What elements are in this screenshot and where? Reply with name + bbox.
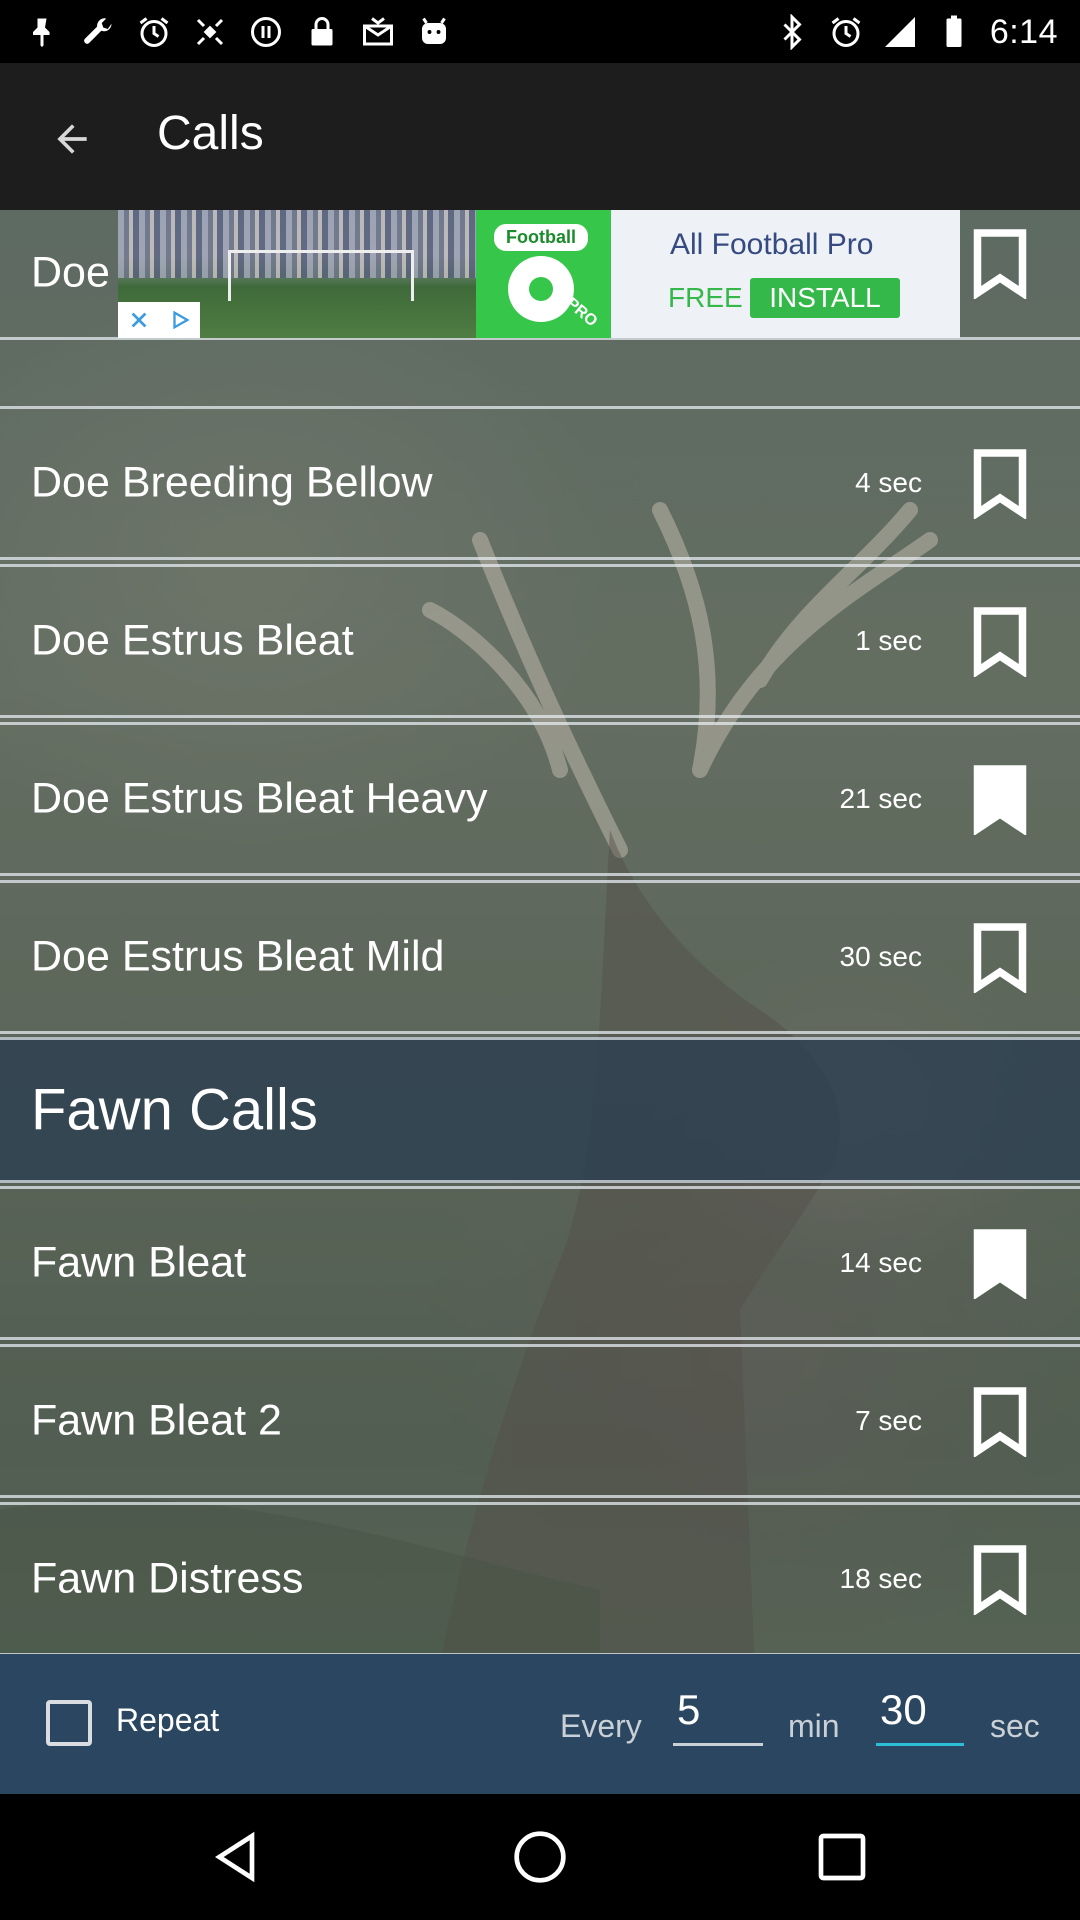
back-triangle-icon [215,1831,255,1883]
fake-gps-icon [196,18,224,46]
bookmark-filled-icon[interactable] [970,1227,1030,1299]
pin-icon [33,18,50,47]
repeat-label: Repeat [116,1702,220,1738]
home-circle-icon [514,1831,566,1883]
bookmark-outline-icon[interactable] [970,921,1030,993]
alarm-icon [139,17,169,47]
soccer-ball-icon [508,256,574,322]
bookmark-outline-icon[interactable] [970,1385,1030,1457]
repeat-controls: Repeat Every 5 min 30 sec [0,1654,1080,1794]
lock-icon [311,17,333,46]
mail-icon [363,17,393,46]
bookmark-filled-icon[interactable] [970,763,1030,835]
every-label: Every [560,1708,642,1744]
arrow-back-icon [57,124,87,154]
battery-icon [946,15,962,47]
ad-install-button[interactable]: INSTALL [750,278,900,318]
seconds-input[interactable]: 30 [876,1686,964,1746]
status-right-icons: 6:14 [774,10,1058,54]
min-label: min [788,1708,840,1744]
call-duration: 21 sec [839,783,923,814]
list-item[interactable]: Doe Estrus Bleat 1 sec [0,564,1080,718]
calls-content: Doe Grunt Football PRO All Football Pro … [0,210,1080,1794]
call-duration: 1 sec [855,625,922,656]
page-title: Calls [157,107,264,160]
call-name: Fawn Distress [31,1554,304,1603]
signal-icon [884,17,915,47]
status-left-icons [24,10,452,54]
wrench-icon [84,18,112,44]
list-item[interactable]: Fawn Bleat 14 sec [0,1186,1080,1340]
call-duration: 30 sec [839,941,923,972]
bluetooth-icon [783,14,802,50]
media-icon [251,17,281,47]
status-time: 6:14 [989,12,1058,51]
nav-back-button[interactable] [202,1821,274,1893]
list-item[interactable]: Fawn Distress 18 sec [0,1502,1080,1656]
ad-choices-icon[interactable] [169,309,191,331]
call-name: Doe Estrus Bleat Heavy [31,774,488,823]
bookmark-outline-icon[interactable] [970,227,1030,299]
section-header: Fawn Calls [0,1037,1080,1183]
alarm-icon [831,17,861,47]
call-name: Doe Estrus Bleat Mild [31,932,445,981]
list-item[interactable]: Doe Breeding Bellow 4 sec [0,406,1080,560]
bookmark-outline-icon[interactable] [970,1543,1030,1615]
call-duration: 14 sec [839,1247,923,1278]
close-icon[interactable] [128,309,150,331]
section-title: Fawn Calls [31,1077,318,1143]
call-name: Fawn Bleat [31,1238,247,1287]
ad-choices[interactable] [118,302,200,338]
system-nav-bar [0,1794,1080,1920]
call-name: Fawn Bleat 2 [31,1396,282,1445]
bookmark-outline-icon[interactable] [970,447,1030,519]
app-bar: Calls [0,63,1080,210]
call-duration: 18 sec [839,1563,923,1594]
minutes-input[interactable]: 5 [673,1686,763,1746]
back-button[interactable] [36,103,108,175]
ad-app-logo: Football PRO [476,210,611,338]
list-item[interactable]: Doe Estrus Bleat Heavy 21 sec [0,722,1080,876]
ad-free-label: FREE [668,282,743,313]
list-item[interactable]: Doe Estrus Bleat Mild 30 sec [0,880,1080,1034]
call-duration: 7 sec [855,1405,922,1436]
ad-logo-sub: PRO [562,294,601,331]
ad-title: All Football Pro [670,228,874,261]
android-icon [422,17,446,44]
call-name: Doe Breeding Bellow [31,458,433,507]
repeat-checkbox[interactable] [46,1700,92,1746]
list-item[interactable]: Fawn Bleat 2 7 sec [0,1344,1080,1498]
nav-home-button[interactable] [504,1821,576,1893]
call-duration: 4 sec [855,467,922,498]
ad-banner[interactable]: Football PRO All Football Pro FREE INSTA… [118,210,960,338]
status-bar: 6:14 [0,0,1080,63]
sec-label: sec [990,1708,1040,1744]
nav-recents-button[interactable] [806,1821,878,1893]
call-name: Doe Estrus Bleat [31,616,354,665]
recents-square-icon [818,1833,866,1881]
bookmark-outline-icon[interactable] [970,605,1030,677]
ad-logo-label: Football [494,224,588,251]
